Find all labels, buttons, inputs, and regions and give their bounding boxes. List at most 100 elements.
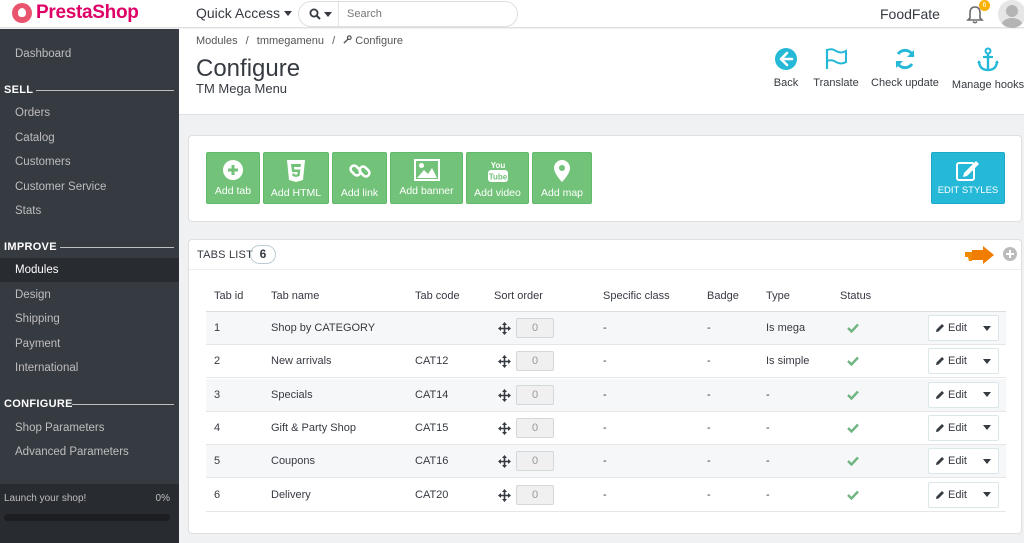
sidebar-item-payment[interactable]: Payment	[0, 332, 179, 356]
drag-move-icon[interactable]	[498, 455, 511, 469]
edit-styles-button[interactable]: EDIT STYLES	[931, 152, 1005, 204]
edit-label: Edit	[948, 488, 967, 501]
add-html-button[interactable]: Add HTML	[263, 152, 329, 204]
status-enabled-check-icon[interactable]	[847, 490, 859, 500]
edit-button[interactable]: Edit	[929, 483, 976, 507]
add-tab-button[interactable]: Add tab	[206, 152, 260, 204]
breadcrumb-modules[interactable]: Modules	[196, 35, 238, 47]
drag-move-icon[interactable]	[498, 355, 511, 369]
sort-order-input[interactable]: 0	[516, 417, 554, 438]
table-row[interactable]: 2 New arrivals CAT12 0 - - Is simple Edi…	[206, 345, 1006, 379]
search-input[interactable]	[347, 8, 507, 20]
edit-button-group: Edit	[928, 414, 999, 441]
edit-dropdown-toggle[interactable]	[976, 383, 998, 407]
add-video-label: Add video	[474, 187, 521, 199]
edit-dropdown-toggle[interactable]	[976, 483, 998, 507]
check-update-label: Check update	[871, 77, 939, 89]
add-link-button[interactable]: Add link	[332, 152, 387, 204]
edit-button-group: Edit	[928, 348, 999, 375]
edit-button[interactable]: Edit	[929, 316, 976, 340]
page-subtitle: TM Mega Menu	[196, 81, 288, 96]
prestashop-logo[interactable]: PrestaShop	[12, 2, 139, 24]
translate-button[interactable]: Translate	[810, 47, 862, 89]
table-row[interactable]: 4 Gift & Party Shop CAT15 0 - - - Edit	[206, 412, 1006, 445]
sidebar-item-advanced-parameters[interactable]: Advanced Parameters	[0, 440, 179, 464]
tab-name: New arrivals	[271, 355, 332, 368]
edit-dropdown-toggle[interactable]	[976, 349, 998, 373]
col-tab-id: Tab id	[214, 290, 244, 302]
edit-label: Edit	[948, 421, 967, 434]
specific-class: -	[603, 388, 607, 401]
status-enabled-check-icon[interactable]	[847, 390, 859, 400]
edit-button[interactable]: Edit	[929, 349, 976, 373]
tab-id: 2	[214, 355, 221, 368]
tab-type: Is simple	[766, 355, 810, 368]
edit-dropdown-toggle[interactable]	[976, 416, 998, 440]
map-marker-icon	[554, 160, 570, 182]
shop-name-link[interactable]: FoodFate	[880, 6, 940, 22]
sidebar-item-customer-service[interactable]: Customer Service	[0, 175, 179, 199]
launch-shop-panel[interactable]: Launch your shop! 0%	[0, 484, 179, 543]
sidebar-item-dashboard[interactable]: Dashboard	[0, 42, 179, 66]
edit-button[interactable]: Edit	[929, 449, 976, 473]
sidebar-item-shipping[interactable]: Shipping	[0, 307, 179, 331]
arrow-pointer-icon[interactable]	[963, 244, 995, 266]
status-enabled-check-icon[interactable]	[847, 356, 859, 367]
plus-circle-icon	[223, 160, 243, 180]
drag-move-icon[interactable]	[498, 388, 511, 402]
youtube-icon: You Tube	[487, 161, 508, 182]
edit-label: Edit	[948, 322, 967, 334]
drag-move-icon[interactable]	[498, 322, 511, 335]
drag-move-icon[interactable]	[498, 488, 511, 502]
sort-order-input[interactable]: 0	[516, 318, 554, 338]
sidebar-item-stats[interactable]: Stats	[0, 199, 179, 223]
back-label: Back	[773, 77, 799, 89]
col-specific-class: Specific class	[603, 290, 670, 302]
sidebar-item-catalog[interactable]: Catalog	[0, 126, 179, 150]
user-avatar[interactable]	[998, 0, 1024, 28]
sidebar-item-shop-parameters[interactable]: Shop Parameters	[0, 416, 179, 440]
sidebar-item-design[interactable]: Design	[0, 283, 179, 307]
table-row[interactable]: 1 Shop by CATEGORY 0 - - Is mega Edit	[206, 312, 1006, 345]
tabs-list-panel: TABS LIST 6 Tab id Tab name Tab code Sor…	[188, 239, 1022, 534]
col-status: Status	[840, 290, 872, 302]
sidebar-item-international[interactable]: International	[0, 356, 179, 380]
back-button[interactable]: Back	[772, 47, 800, 89]
edit-dropdown-toggle[interactable]	[976, 316, 998, 340]
svg-text:Tube: Tube	[488, 173, 507, 182]
sort-order-input[interactable]: 0	[516, 384, 554, 405]
table-row[interactable]: 5 Coupons CAT16 0 - - - Edit	[206, 445, 1006, 479]
table-row[interactable]: 3 Specials CAT14 0 - - - Edit	[206, 378, 1006, 412]
sort-order-input[interactable]: 0	[516, 451, 554, 472]
add-tab-label: Add tab	[214, 185, 252, 197]
sort-order-input[interactable]: 0	[516, 351, 554, 372]
col-sort-order: Sort order	[494, 290, 543, 302]
edit-styles-icon	[956, 161, 979, 181]
caret-down-icon	[983, 492, 992, 497]
sort-order-input[interactable]: 0	[516, 484, 554, 505]
status-enabled-check-icon[interactable]	[847, 323, 859, 333]
tabs-list-title: TABS LIST	[197, 249, 253, 261]
add-new-tab-icon[interactable]	[1003, 247, 1017, 261]
drag-move-icon[interactable]	[498, 421, 511, 435]
check-update-button[interactable]: Check update	[870, 47, 940, 89]
pencil-icon	[936, 423, 944, 432]
section-divider	[60, 247, 174, 248]
add-banner-button[interactable]: Add banner	[390, 152, 463, 204]
sidebar-item-customers[interactable]: Customers	[0, 150, 179, 174]
add-video-button[interactable]: You Tube Add video	[466, 152, 529, 204]
add-map-button[interactable]: Add map	[532, 152, 592, 204]
breadcrumb-tmmegamenu[interactable]: tmmegamenu	[257, 35, 324, 47]
status-enabled-check-icon[interactable]	[847, 456, 859, 467]
search-type-button[interactable]	[299, 2, 339, 26]
table-row[interactable]: 6 Delivery CAT20 0 - - - Edit	[206, 479, 1006, 512]
quick-access-dropdown[interactable]: Quick Access	[196, 5, 293, 21]
edit-button[interactable]: Edit	[929, 416, 976, 440]
status-enabled-check-icon[interactable]	[847, 423, 859, 433]
manage-hooks-button[interactable]: Manage hooks	[951, 47, 1024, 91]
edit-dropdown-toggle[interactable]	[976, 449, 998, 473]
edit-button[interactable]: Edit	[929, 383, 976, 407]
add-html-label: Add HTML	[270, 187, 322, 199]
sidebar-item-orders[interactable]: Orders	[0, 101, 179, 125]
sidebar-item-modules[interactable]: Modules	[0, 258, 179, 282]
